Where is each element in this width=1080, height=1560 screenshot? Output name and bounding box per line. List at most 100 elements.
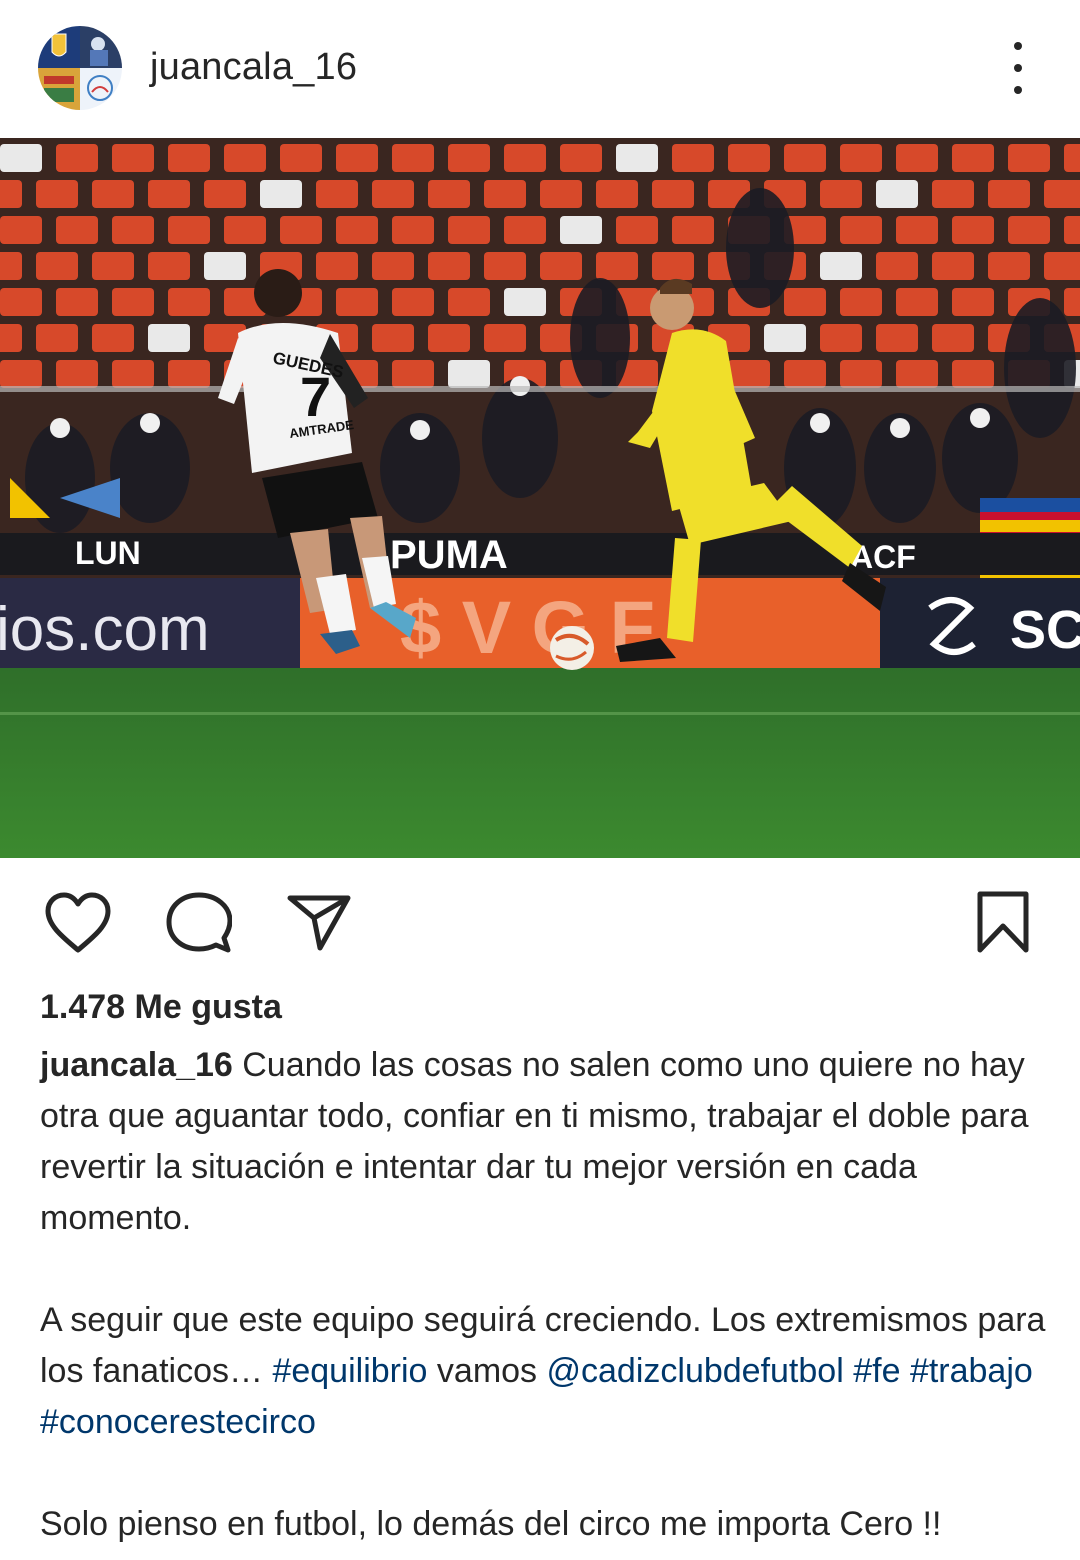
hashtag-equilibrio[interactable]: #equilibrio xyxy=(272,1352,427,1390)
svg-text:SC: SC xyxy=(1010,600,1080,660)
stadium-seat xyxy=(932,324,974,352)
stadium-seat xyxy=(112,288,154,316)
more-vertical-icon[interactable] xyxy=(1000,42,1036,94)
avatar[interactable] xyxy=(38,26,122,110)
stadium-seat xyxy=(372,252,414,280)
stadium-seat xyxy=(540,180,582,208)
stadium-seat xyxy=(92,180,134,208)
stadium-seat xyxy=(596,252,638,280)
stadium-seat xyxy=(616,216,658,244)
stadium-seat xyxy=(540,252,582,280)
stadium-seat xyxy=(988,180,1030,208)
stadium-seat xyxy=(112,144,154,172)
stadium-seat xyxy=(820,252,862,280)
stadium-seat xyxy=(616,144,658,172)
stadium-seat xyxy=(1064,144,1080,172)
stadium-seat xyxy=(56,288,98,316)
post-caption: juancala_16 Cuando las cosas no salen co… xyxy=(40,1040,1050,1550)
stadium-seat xyxy=(0,180,22,208)
stadium-seat xyxy=(148,180,190,208)
post-username[interactable]: juancala_16 xyxy=(150,46,357,89)
stadium-seat xyxy=(392,144,434,172)
stadium-seat xyxy=(1064,216,1080,244)
stadium-seat xyxy=(820,180,862,208)
stadium-seat xyxy=(392,288,434,316)
stadium-seat xyxy=(36,324,78,352)
stadium-seat xyxy=(504,144,546,172)
stadium-seat xyxy=(672,144,714,172)
caption-author[interactable]: juancala_16 xyxy=(40,1046,233,1084)
ad-board-puma: PUMA xyxy=(390,533,508,577)
stadium-seat xyxy=(840,288,882,316)
stadium-seat xyxy=(896,360,938,388)
caption-paragraph-2: A seguir que este equipo seguirá crecien… xyxy=(40,1295,1050,1448)
stadium-seat xyxy=(652,252,694,280)
stadium-seat xyxy=(596,180,638,208)
stadium-seat xyxy=(372,180,414,208)
stadium-seat xyxy=(148,252,190,280)
post-photo[interactable]: LUN PUMA ACF ios.com $ V G F SC 7 GUEDES… xyxy=(0,138,1080,858)
stadium-seat xyxy=(840,144,882,172)
stadium-seat xyxy=(784,288,826,316)
hashtag-trabajo[interactable]: #trabajo xyxy=(910,1352,1033,1390)
stadium-seat xyxy=(372,324,414,352)
stadium-seat xyxy=(932,180,974,208)
stadium-seat xyxy=(448,288,490,316)
stadium-seat xyxy=(652,180,694,208)
hashtag-conocerestecirco[interactable]: #conocerestecirco xyxy=(40,1403,316,1441)
stadium-seat xyxy=(36,180,78,208)
stadium-seat xyxy=(932,252,974,280)
comment-icon[interactable] xyxy=(166,892,233,954)
stadium-seat xyxy=(988,252,1030,280)
stadium-seat xyxy=(148,324,190,352)
stadium-seat xyxy=(316,180,358,208)
likes-count[interactable]: 1.478 Me gusta xyxy=(40,988,282,1027)
stadium-seat xyxy=(428,252,470,280)
post-header: juancala_16 xyxy=(0,0,1080,136)
stadium-seat xyxy=(336,288,378,316)
caption-word-vamos: vamos xyxy=(436,1352,538,1390)
bookmark-icon[interactable] xyxy=(974,890,1032,954)
stadium-seat xyxy=(952,288,994,316)
mention-cadiz[interactable]: @cadizclubdefutbol xyxy=(547,1352,844,1390)
stadium-seat xyxy=(0,288,42,316)
stadium-seat xyxy=(36,252,78,280)
stadium-seat xyxy=(92,324,134,352)
stadium-seat xyxy=(840,360,882,388)
send-icon[interactable] xyxy=(286,892,352,952)
stadium-seat xyxy=(168,216,210,244)
stadium-seat xyxy=(1044,252,1080,280)
heart-icon[interactable] xyxy=(44,892,112,954)
stadium-seat xyxy=(448,144,490,172)
stadium-seat xyxy=(112,360,154,388)
stadium-seat xyxy=(204,252,246,280)
stadium-seat xyxy=(672,216,714,244)
stadium-seat xyxy=(484,180,526,208)
stadium-seat xyxy=(560,216,602,244)
stadium-seat xyxy=(784,144,826,172)
stadium-seat xyxy=(428,180,470,208)
stadium-seat xyxy=(1008,216,1050,244)
stadium-seat xyxy=(876,324,918,352)
ad-board-lun: LUN xyxy=(75,535,141,571)
stadium-seat xyxy=(820,324,862,352)
stadium-seat xyxy=(392,216,434,244)
stadium-seat xyxy=(560,144,602,172)
stadium-seat xyxy=(336,216,378,244)
ad-board-left: ios.com xyxy=(0,595,210,664)
stadium-seat xyxy=(56,144,98,172)
stadium-seat xyxy=(336,144,378,172)
stadium-seat xyxy=(952,216,994,244)
stadium-seat xyxy=(168,360,210,388)
stadium-seat xyxy=(92,252,134,280)
stadium-seat xyxy=(280,216,322,244)
stadium-seat xyxy=(316,252,358,280)
stadium-seat xyxy=(448,216,490,244)
stadium-seat xyxy=(224,144,266,172)
hashtag-fe[interactable]: #fe xyxy=(853,1352,900,1390)
stadium-seat xyxy=(952,360,994,388)
caption-paragraph-1: juancala_16 Cuando las cosas no salen co… xyxy=(40,1040,1050,1244)
stadium-seat xyxy=(896,216,938,244)
stadium-seat xyxy=(448,360,490,388)
